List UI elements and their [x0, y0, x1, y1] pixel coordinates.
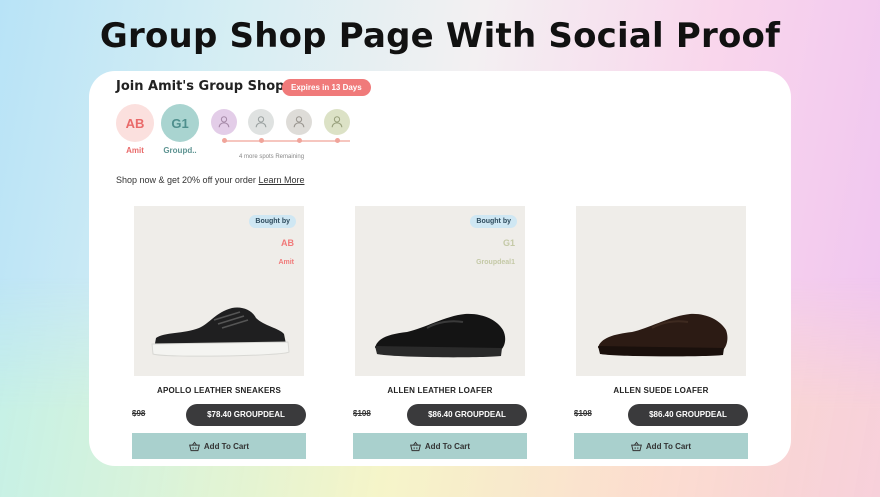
empty-slot-2: [248, 109, 274, 135]
groupdeal-price-button[interactable]: $86.40 GROUPDEAL: [407, 404, 527, 426]
slot-dot: [222, 138, 227, 143]
avatar: G1: [161, 104, 199, 142]
product-title[interactable]: ALLEN LEATHER LOAFER: [353, 386, 527, 395]
product-image[interactable]: [576, 206, 746, 376]
member-name: Amit: [126, 146, 144, 155]
empty-slot-1: [211, 109, 237, 135]
group-shop-title: Join Amit's Group Shop: [116, 79, 285, 94]
member-amit: AB Amit: [116, 104, 154, 155]
basket-icon: [188, 441, 200, 451]
add-to-cart-label: Add To Cart: [645, 441, 692, 451]
spots-remaining-text: 4 more spots Remaining: [239, 154, 305, 160]
add-to-cart-label: Add To Cart: [424, 441, 471, 451]
promo-message: Shop now & get 20% off your order: [116, 175, 256, 185]
buyer-name: Groupdeal1: [476, 259, 515, 266]
original-price: $108: [574, 409, 592, 418]
promo-text: Shop now & get 20% off your order Learn …: [116, 175, 304, 185]
product-title[interactable]: APOLLO LEATHER SNEAKERS: [132, 386, 306, 395]
product-image[interactable]: Bought by G1 Groupdeal1: [355, 206, 525, 376]
buyer-name: Amit: [278, 259, 294, 266]
expires-badge: Expires in 13 Days: [282, 79, 371, 96]
add-to-cart-label: Add To Cart: [203, 441, 250, 451]
add-to-cart-button[interactable]: Add To Cart: [132, 433, 306, 459]
suede-loafer-image: [598, 313, 728, 357]
slot-dot: [259, 138, 264, 143]
basket-icon: [630, 441, 642, 451]
bought-by-badge: Bought by: [470, 215, 517, 228]
basket-icon: [409, 441, 421, 451]
empty-slot-3: [286, 109, 312, 135]
page-heading: Group Shop Page With Social Proof: [99, 16, 781, 56]
member-name: Groupd..: [163, 146, 197, 155]
product-title[interactable]: ALLEN SUEDE LOAFER: [574, 386, 748, 395]
groupdeal-price-button[interactable]: $78.40 GROUPDEAL: [186, 404, 306, 426]
slots-progress-line: [224, 140, 350, 142]
add-to-cart-button[interactable]: Add To Cart: [353, 433, 527, 459]
avatar: AB: [116, 104, 154, 142]
user-icon: [293, 116, 305, 128]
user-icon: [331, 116, 343, 128]
buyer-initials: AB: [281, 238, 294, 248]
product-image[interactable]: Bought by AB Amit: [134, 206, 304, 376]
group-shop-card: Join Amit's Group Shop Expires in 13 Day…: [89, 71, 791, 466]
loafer-image: [375, 313, 506, 358]
user-icon: [218, 116, 230, 128]
member-groupdeal: G1 Groupd..: [161, 104, 199, 155]
sneaker-image: [151, 307, 290, 357]
slot-dot: [335, 138, 340, 143]
add-to-cart-button[interactable]: Add To Cart: [574, 433, 748, 459]
empty-slot-4: [324, 109, 350, 135]
groupdeal-price-button[interactable]: $86.40 GROUPDEAL: [628, 404, 748, 426]
slot-dot: [297, 138, 302, 143]
user-icon: [255, 116, 267, 128]
bought-by-badge: Bought by: [249, 215, 296, 228]
buyer-initials: G1: [502, 238, 515, 248]
original-price: $98: [132, 409, 146, 418]
original-price: $108: [353, 409, 371, 418]
learn-more-link[interactable]: Learn More: [258, 175, 304, 185]
